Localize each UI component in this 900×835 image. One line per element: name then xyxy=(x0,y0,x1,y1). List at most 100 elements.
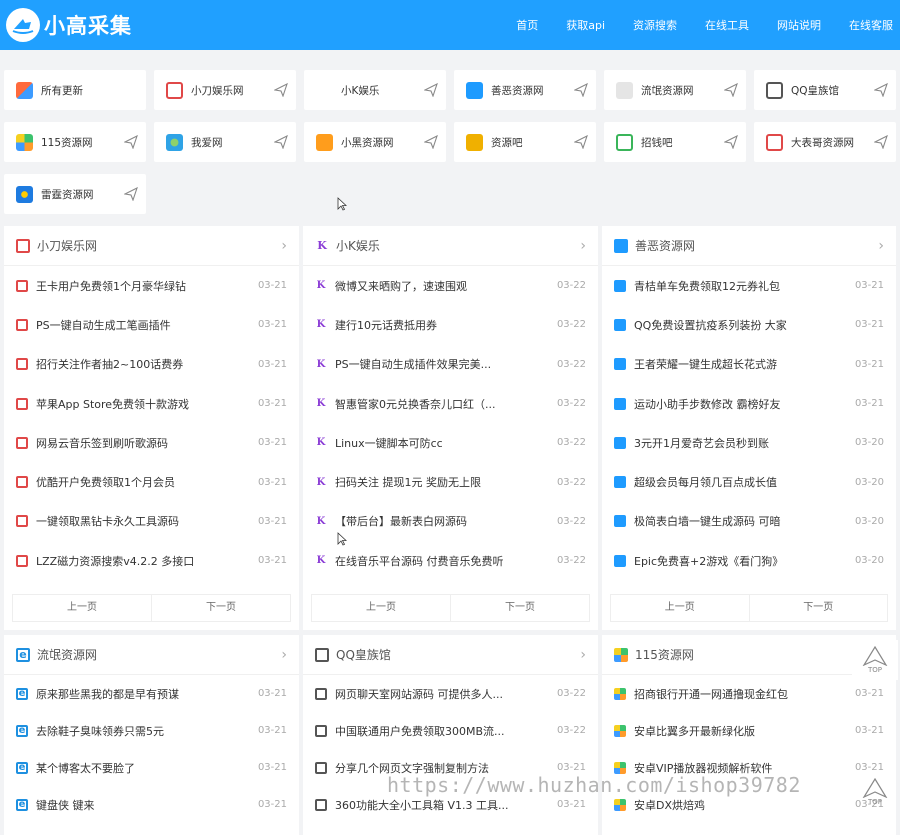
item-title[interactable]: LZZ磁力资源搜索v4.2.2 多接口 xyxy=(36,553,250,569)
send-icon[interactable] xyxy=(724,83,738,97)
panel-header[interactable]: 小刀娱乐网 › xyxy=(4,226,299,266)
list-item[interactable]: 运动小助手步数修改 霸榜好友 03-21 xyxy=(614,384,884,423)
item-title[interactable]: 王者荣耀一键生成超长花式游 xyxy=(634,356,847,372)
chevron-right-icon[interactable]: › xyxy=(580,238,586,254)
chevron-right-icon[interactable]: › xyxy=(281,647,287,663)
next-page-button[interactable]: 下一页 xyxy=(450,595,589,621)
list-item[interactable]: K 建行10元话费抵用券 03-22 xyxy=(315,305,586,344)
item-title[interactable]: 招行关注作者抽2~100话费券 xyxy=(36,356,250,372)
chevron-right-icon[interactable]: › xyxy=(281,238,287,254)
category-liumang[interactable]: 流氓资源网 xyxy=(604,70,746,110)
item-title[interactable]: 苹果App Store免费领十款游戏 xyxy=(36,396,250,412)
send-icon[interactable] xyxy=(274,135,288,149)
category-shane[interactable]: 善恶资源网 xyxy=(454,70,596,110)
next-page-button[interactable]: 下一页 xyxy=(748,595,888,621)
list-item[interactable]: QQ免费设置抗疫系列装扮 大家 03-21 xyxy=(614,305,884,344)
panel-header[interactable]: K 小K娱乐 › xyxy=(303,226,598,266)
list-item[interactable]: 优酷开户免费领取1个月会员 03-21 xyxy=(16,462,287,501)
list-item[interactable]: K 微博又来晒购了，速速围观 03-22 xyxy=(315,266,586,305)
list-item[interactable]: Epic免费喜+2游戏《看门狗》 03-20 xyxy=(614,541,884,580)
send-icon[interactable] xyxy=(874,135,888,149)
item-title[interactable]: 招商银行开通一网通撸现金红包 xyxy=(634,686,847,702)
item-title[interactable]: 网易云音乐签到刷听歌源码 xyxy=(36,435,250,451)
list-item[interactable]: K 在线音乐平台源码 付费音乐免费听 03-22 xyxy=(315,541,586,580)
item-title[interactable]: 建行10元话费抵用券 xyxy=(335,317,549,333)
list-item[interactable]: e 去除鞋子臭味领券只需5元 03-21 xyxy=(16,712,287,749)
item-title[interactable]: 极简表白墙一键生成源码 可暗 xyxy=(634,513,847,529)
back-to-top-button-2[interactable]: TOP xyxy=(852,772,898,812)
item-title[interactable]: 在线音乐平台源码 付费音乐免费听 xyxy=(335,553,549,569)
category-xiaohei[interactable]: 小黑资源网 xyxy=(304,122,446,162)
item-title[interactable]: 微博又来晒购了，速速围观 xyxy=(335,278,549,294)
category-leiting[interactable]: 雷霆资源网 xyxy=(4,174,146,214)
list-item[interactable]: 招商银行开通一网通撸现金红包 03-21 xyxy=(614,675,884,712)
list-item[interactable]: K 扫码关注 提现1元 奖励无上限 03-22 xyxy=(315,462,586,501)
list-item[interactable]: 安卓比翼多开最新绿化版 03-21 xyxy=(614,712,884,749)
prev-page-button[interactable]: 上一页 xyxy=(611,595,749,621)
item-title[interactable]: 青桔单车免费领取12元券礼包 xyxy=(634,278,847,294)
item-title[interactable]: 运动小助手步数修改 霸榜好友 xyxy=(634,396,847,412)
site-logo[interactable]: 小高采集 xyxy=(6,6,132,44)
item-title[interactable]: 优酷开户免费领取1个月会员 xyxy=(36,474,250,490)
list-item[interactable]: 青桔单车免费领取12元券礼包 03-21 xyxy=(614,266,884,305)
list-item[interactable]: LZZ磁力资源搜索v4.2.2 多接口 03-21 xyxy=(16,541,287,580)
item-title[interactable]: 网页聊天室网站源码 可提供多人... xyxy=(335,686,549,702)
category-ziyuanba[interactable]: 资源吧 xyxy=(454,122,596,162)
nav-resource-search[interactable]: 资源搜索 xyxy=(622,17,688,33)
category-115[interactable]: 115资源网 xyxy=(4,122,146,162)
nav-site-info[interactable]: 网站说明 xyxy=(766,17,832,33)
item-title[interactable]: PS一键自动生成插件效果完美... xyxy=(335,356,549,372)
item-title[interactable]: 某个博客太不要脸了 xyxy=(36,760,250,776)
send-icon[interactable] xyxy=(574,135,588,149)
list-item[interactable]: 网页聊天室网站源码 可提供多人... 03-22 xyxy=(315,675,586,712)
category-qq-royal[interactable]: QQ皇族馆 xyxy=(754,70,896,110)
item-title[interactable]: 中国联通用户免费领取300MB流... xyxy=(335,723,549,739)
item-title[interactable]: 原来那些黑我的都是早有预谋 xyxy=(36,686,250,702)
item-title[interactable]: 安卓DX烘焙鸡 xyxy=(634,797,847,813)
list-item[interactable]: 中国联通用户免费领取300MB流... 03-22 xyxy=(315,712,586,749)
send-icon[interactable] xyxy=(124,187,138,201)
chevron-right-icon[interactable]: › xyxy=(878,238,884,254)
panel-header[interactable]: QQ皇族馆 › xyxy=(303,635,598,675)
send-icon[interactable] xyxy=(574,83,588,97)
category-woai[interactable]: 我爱网 xyxy=(154,122,296,162)
list-item[interactable]: 3元开1月爱奇艺会员秒到账 03-20 xyxy=(614,423,884,462)
list-item[interactable]: 苹果App Store免费领十款游戏 03-21 xyxy=(16,384,287,423)
list-item[interactable]: K 【带后台】最新表白网源码 03-22 xyxy=(315,502,586,541)
send-icon[interactable] xyxy=(724,135,738,149)
nav-home[interactable]: 首页 xyxy=(505,17,549,33)
nav-get-api[interactable]: 获取api xyxy=(555,17,616,33)
next-page-button[interactable]: 下一页 xyxy=(151,595,290,621)
panel-header[interactable]: e 流氓资源网 › xyxy=(4,635,299,675)
list-item[interactable]: e 原来那些黑我的都是早有预谋 03-21 xyxy=(16,675,287,712)
panel-header[interactable]: 善恶资源网 › xyxy=(602,226,896,266)
item-title[interactable]: 安卓比翼多开最新绿化版 xyxy=(634,723,847,739)
list-item[interactable]: 王者荣耀一键生成超长花式游 03-21 xyxy=(614,345,884,384)
item-title[interactable]: 王卡用户免费领1个月豪华绿钻 xyxy=(36,278,250,294)
list-item[interactable]: K PS一键自动生成插件效果完美... 03-22 xyxy=(315,345,586,384)
nav-online-tools[interactable]: 在线工具 xyxy=(694,17,760,33)
item-title[interactable]: 键盘侠 键来 xyxy=(36,797,250,813)
item-title[interactable]: 扫码关注 提现1元 奖励无上限 xyxy=(335,474,549,490)
item-title[interactable]: Linux一键脚本可防cc xyxy=(335,435,549,451)
category-xiaok[interactable]: K 小K娱乐 xyxy=(304,70,446,110)
chevron-right-icon[interactable]: › xyxy=(580,647,586,663)
back-to-top-button[interactable]: TOP xyxy=(852,640,898,680)
list-item[interactable]: 招行关注作者抽2~100话费券 03-21 xyxy=(16,345,287,384)
list-item[interactable]: e 键盘侠 键来 03-21 xyxy=(16,786,287,823)
item-title[interactable]: 360功能大全小工具箱 V1.3 工具... xyxy=(335,797,549,813)
item-title[interactable]: 智惠管家0元兑换香奈儿口红（... xyxy=(335,396,549,412)
list-item[interactable]: PS一键自动生成工笔画插件 03-21 xyxy=(16,305,287,344)
list-item[interactable]: 一键领取黑钻卡永久工具源码 03-21 xyxy=(16,502,287,541)
send-icon[interactable] xyxy=(124,135,138,149)
category-all-updates[interactable]: 所有更新 xyxy=(4,70,146,110)
item-title[interactable]: Epic免费喜+2游戏《看门狗》 xyxy=(634,553,847,569)
item-title[interactable]: QQ免费设置抗疫系列装扮 大家 xyxy=(634,317,847,333)
nav-online-service[interactable]: 在线客服 xyxy=(838,17,900,33)
list-item[interactable]: 王卡用户免费领1个月豪华绿钻 03-21 xyxy=(16,266,287,305)
list-item[interactable]: 极简表白墙一键生成源码 可暗 03-20 xyxy=(614,502,884,541)
item-title[interactable]: 超级会员每月领几百点成长值 xyxy=(634,474,847,490)
item-title[interactable]: 3元开1月爱奇艺会员秒到账 xyxy=(634,435,847,451)
item-title[interactable]: 【带后台】最新表白网源码 xyxy=(335,513,549,529)
item-title[interactable]: PS一键自动生成工笔画插件 xyxy=(36,317,250,333)
